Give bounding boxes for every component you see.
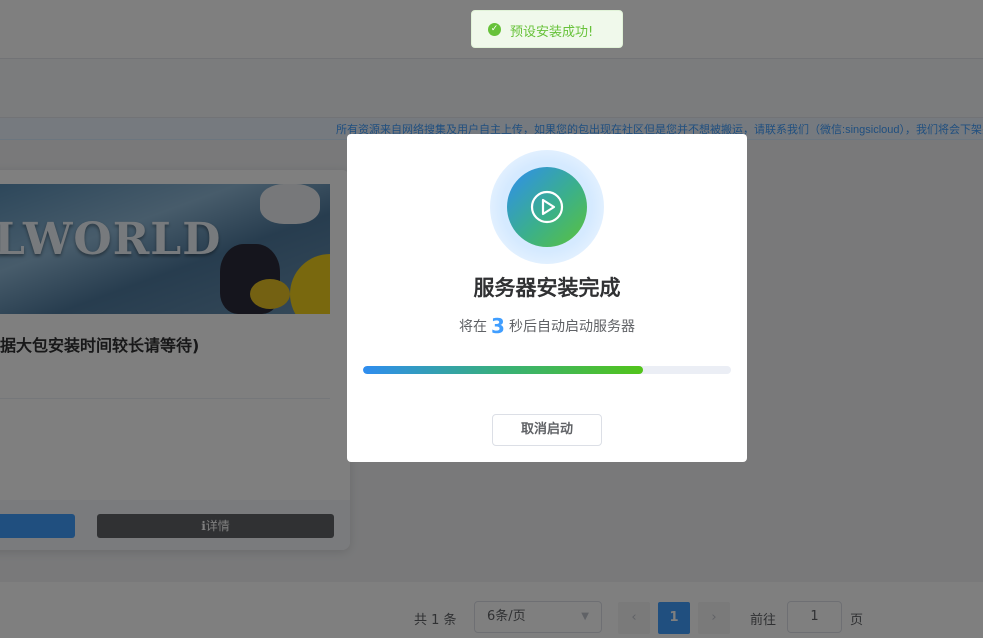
check-circle-icon: ✓ xyxy=(488,23,501,36)
dialog-title: 服务器安装完成 xyxy=(473,276,621,300)
cancel-start-button[interactable]: 取消启动 xyxy=(492,414,602,446)
success-toast: ✓ 预设安装成功! xyxy=(471,10,623,48)
countdown-number: 3 xyxy=(491,314,505,338)
progress-bar xyxy=(363,366,731,374)
install-complete-dialog: 服务器安装完成 将在 3 秒后自动启动服务器 取消启动 xyxy=(347,134,747,462)
countdown-prefix: 将在 xyxy=(459,319,488,335)
progress-bar-fill xyxy=(363,366,643,374)
toast-message: 预设安装成功! xyxy=(510,25,594,40)
play-circle-icon xyxy=(507,167,587,247)
countdown-text: 将在 3 秒后自动启动服务器 xyxy=(347,314,747,338)
countdown-suffix: 秒后自动启动服务器 xyxy=(508,319,635,335)
